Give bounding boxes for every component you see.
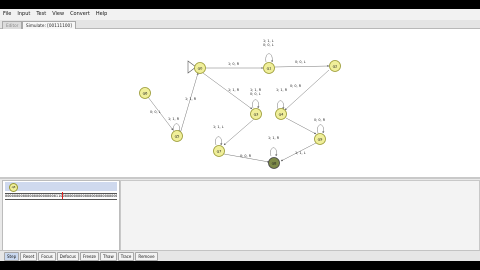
loop-q9: [317, 124, 325, 134]
transition-label: 0; 0, R: [290, 84, 302, 88]
configuration-state-icon: q8: [9, 183, 18, 192]
transition-label: 1; 1, L: [213, 125, 224, 129]
loop-q3: [252, 99, 260, 109]
menu-test[interactable]: Test: [33, 9, 49, 20]
transition-label: 1; 1, L: [295, 151, 306, 155]
transition-label: 0; 0, L: [295, 60, 306, 64]
transition-label: 1; 1, R: [268, 136, 280, 140]
thaw-button[interactable]: Thaw: [100, 251, 117, 261]
menu-file[interactable]: File: [0, 9, 14, 20]
menu-help[interactable]: Help: [93, 9, 110, 20]
loop-q4: [277, 100, 285, 110]
tab-strip: Editor Simulate: [00111100]: [0, 20, 480, 29]
transition-label: 0; 0, L: [263, 43, 274, 47]
transition-label: 0; 0, L: [250, 92, 261, 96]
state-q2[interactable]: q2: [329, 60, 341, 72]
tape-display: 0000000000000000000000011000000000000000…: [5, 193, 117, 200]
configuration-list-area: [120, 180, 480, 251]
loop-q7: [215, 136, 223, 146]
tape-head-marker: [62, 192, 63, 199]
menu-input[interactable]: Input: [14, 9, 33, 20]
svg-text:q1: q1: [267, 65, 272, 70]
svg-text:q5: q5: [175, 133, 180, 138]
svg-text:q0: q0: [198, 65, 203, 70]
trace-button[interactable]: Trace: [117, 251, 135, 261]
svg-text:q3: q3: [254, 111, 259, 116]
transition-label: 1; 1, R: [168, 117, 180, 121]
state-q5[interactable]: q5: [171, 130, 183, 142]
transition-label: 1; 0, R: [228, 62, 240, 66]
edges: [147, 65, 330, 163]
transition-label: 1; 1, R: [228, 88, 240, 92]
focus-button[interactable]: Focus: [38, 251, 56, 261]
edge-q1-q2: [274, 65, 330, 68]
automaton-canvas[interactable]: 1; 0, R 0; 0, L 0; 0, R 1; 1, R 1; 1, R …: [0, 29, 480, 177]
svg-text:q8: q8: [272, 160, 277, 165]
loop-q8: [270, 147, 278, 157]
simulation-area: q8 0000000000000000000000011000000000000…: [0, 179, 480, 251]
svg-text:q9: q9: [318, 136, 323, 141]
svg-text:q7: q7: [217, 148, 222, 153]
step-button[interactable]: Step: [4, 251, 20, 261]
state-q3[interactable]: q3: [250, 108, 262, 120]
edge-q4-q9: [285, 117, 317, 135]
svg-text:q2: q2: [333, 63, 338, 68]
state-q8[interactable]: q8: [268, 157, 280, 169]
transition-label: 0; 0, R: [314, 118, 326, 122]
configuration-row[interactable]: q8: [5, 182, 117, 192]
edge-q3-q7: [223, 118, 255, 146]
edge-q5-q0: [179, 72, 199, 135]
loop-q1: [265, 53, 274, 63]
jflap-window: File Input Test View Convert Help Editor…: [0, 9, 480, 261]
state-q1[interactable]: q1: [263, 62, 275, 74]
tab-simulate[interactable]: Simulate: [00111100]: [22, 21, 76, 29]
state-q6[interactable]: q6: [139, 87, 151, 99]
state-q0[interactable]: q0: [194, 62, 206, 74]
transition-label: 1; 1, R: [185, 97, 197, 101]
svg-text:q4: q4: [279, 111, 284, 116]
menu-convert[interactable]: Convert: [67, 9, 93, 20]
state-q7[interactable]: q7: [213, 145, 225, 157]
svg-text:q6: q6: [143, 90, 148, 95]
transition-label: 0; 0, L: [150, 110, 161, 114]
remove-button[interactable]: Remove: [135, 251, 158, 261]
transition-label: 1; 1, R: [276, 88, 288, 92]
defocus-button[interactable]: Defocus: [56, 251, 79, 261]
tab-editor[interactable]: Editor: [2, 21, 23, 29]
state-diagram: 1; 0, R 0; 0, L 0; 0, R 1; 1, R 1; 1, R …: [139, 39, 341, 169]
state-q9[interactable]: q9: [314, 133, 326, 145]
transition-label: 0; 0, R: [240, 154, 252, 158]
state-q4[interactable]: q4: [275, 108, 287, 120]
reset-button[interactable]: Reset: [20, 251, 38, 261]
menu-view[interactable]: View: [49, 9, 67, 20]
configuration-panel: q8 0000000000000000000000011000000000000…: [2, 180, 120, 251]
simulation-toolbar: Step Reset Focus Defocus Freeze Thaw Tra…: [0, 250, 480, 261]
freeze-button[interactable]: Freeze: [79, 251, 100, 261]
edge-q2-q4: [284, 69, 330, 111]
